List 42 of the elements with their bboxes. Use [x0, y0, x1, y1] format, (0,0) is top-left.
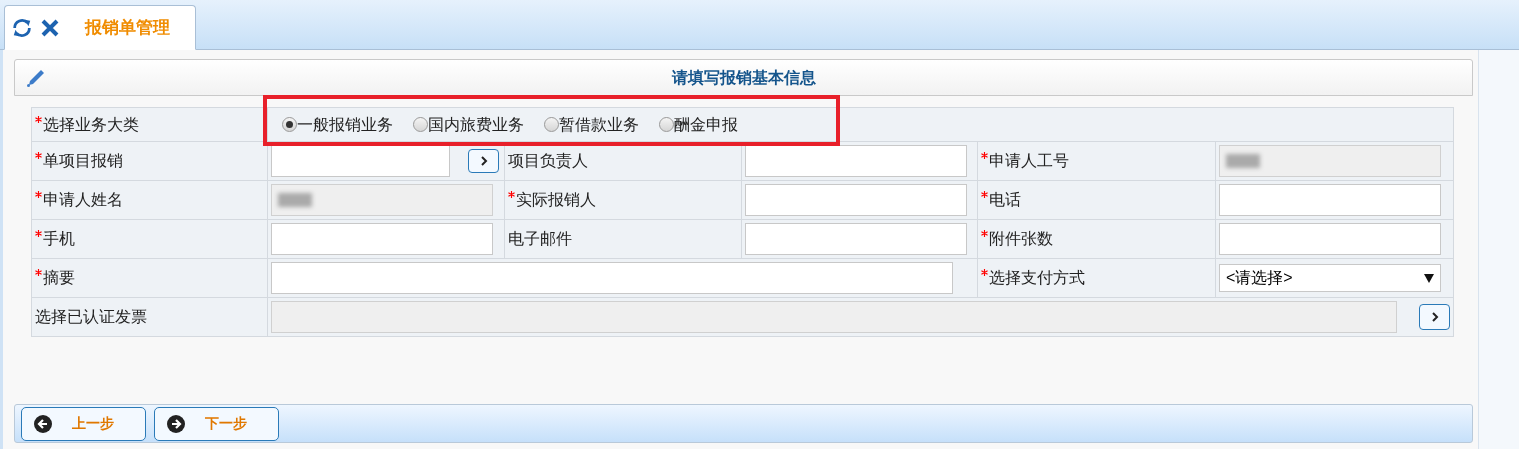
radio-icon[interactable]	[282, 117, 297, 132]
lookup-button[interactable]	[468, 149, 499, 173]
field-label: 申请人工号	[989, 151, 1069, 171]
lookup-button[interactable]	[1419, 304, 1450, 330]
input-field[interactable]	[745, 223, 967, 255]
input-field[interactable]	[271, 223, 493, 255]
radio-option[interactable]: 暂借款业务	[544, 112, 639, 137]
radio-option[interactable]: 一般报销业务	[282, 112, 393, 137]
arrow-left-icon	[34, 414, 52, 433]
field-label: 选择已认证发票	[35, 307, 147, 327]
close-icon[interactable]	[41, 18, 59, 37]
input-field[interactable]	[745, 145, 967, 177]
blurred-value	[278, 193, 312, 207]
field-label: 电话	[989, 190, 1021, 210]
panel-title: 请填写报销基本信息	[670, 67, 817, 88]
field-label: 电子邮件	[508, 229, 572, 249]
input-field[interactable]	[1219, 184, 1441, 216]
radio-icon[interactable]	[413, 117, 428, 132]
arrow-right-icon	[167, 414, 185, 433]
refresh-icon[interactable]	[11, 16, 33, 39]
dropdown-arrow-icon	[1424, 273, 1434, 283]
field-label: 项目负责人	[508, 151, 588, 171]
field-label: 摘要	[43, 268, 75, 288]
radio-option[interactable]: 国内旅费业务	[413, 112, 524, 137]
field-label: 选择业务大类	[43, 114, 139, 135]
field-label: 附件张数	[989, 229, 1053, 249]
field-label: 手机	[43, 229, 75, 249]
chevron-right-icon	[1430, 312, 1439, 322]
input-field[interactable]	[271, 262, 953, 294]
field-label: 申请人姓名	[43, 190, 123, 210]
blurred-value	[1226, 154, 1260, 168]
input-field[interactable]	[1219, 223, 1441, 255]
radio-option[interactable]: 酬金申报	[659, 112, 738, 137]
input-field[interactable]	[271, 145, 450, 177]
radio-icon[interactable]	[544, 117, 559, 132]
field-label: 实际报销人	[516, 190, 596, 210]
chevron-right-icon	[479, 156, 488, 166]
input-field[interactable]	[745, 184, 967, 216]
field-label: 单项目报销	[43, 151, 123, 171]
radio-icon[interactable]	[659, 117, 674, 132]
select-field[interactable]: <请选择>	[1219, 264, 1441, 292]
field-label: 选择支付方式	[989, 268, 1085, 288]
